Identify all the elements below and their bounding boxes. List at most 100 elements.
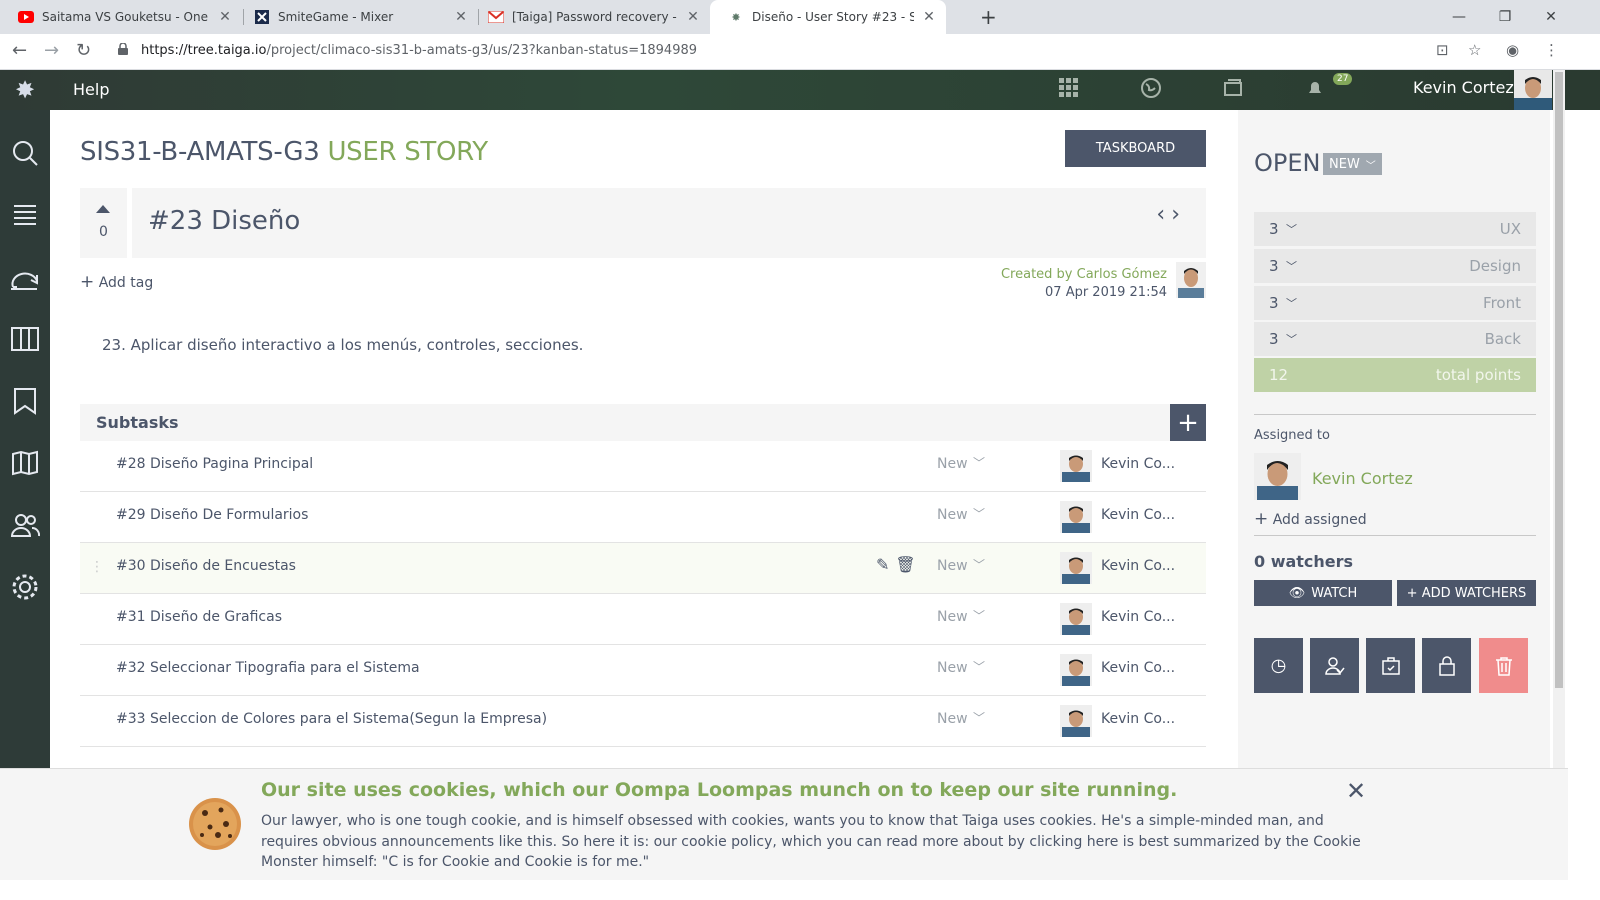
inbox-icon[interactable] — [1223, 78, 1243, 102]
drag-handle-icon[interactable]: ⋮ — [90, 559, 104, 575]
backlog-icon[interactable] — [0, 184, 50, 246]
assign-to-me-icon[interactable] — [1310, 638, 1359, 693]
team-icon[interactable] — [0, 494, 50, 556]
add-watchers-button[interactable]: + ADD WATCHERS — [1397, 580, 1536, 606]
subtask-assignee[interactable]: Kevin Co... — [1101, 456, 1175, 472]
story-nav: ‹› — [1156, 202, 1186, 227]
subtask-assignee[interactable]: Kevin Co... — [1101, 711, 1175, 727]
subtask-row[interactable]: #28 Diseño Pagina Principal New ﹀ Kevin … — [80, 441, 1206, 492]
subtask-name[interactable]: #31 Diseño de Graficas — [116, 609, 282, 625]
chevron-down-icon[interactable]: ﹀ — [973, 556, 985, 573]
edit-pencil-icon[interactable]: ✎ — [876, 555, 895, 574]
team-requirement-icon[interactable] — [1366, 638, 1415, 693]
points-row[interactable]: 3 ﹀ UX — [1254, 212, 1536, 246]
close-tab-icon[interactable]: ✕ — [922, 9, 936, 25]
subtask-status[interactable]: New — [937, 558, 968, 574]
story-description[interactable]: 23. Aplicar diseño interactivo a los men… — [102, 336, 583, 354]
subtask-row[interactable]: ⋮ #30 Diseño de Encuestas ✎🗑 New ﹀ Kevin… — [80, 543, 1206, 594]
delete-trash-icon[interactable] — [1479, 638, 1528, 693]
subtask-assignee[interactable]: Kevin Co... — [1101, 609, 1175, 625]
projects-grid-icon[interactable] — [1059, 78, 1079, 103]
subtask-status[interactable]: New — [937, 711, 968, 727]
browser-tab[interactable]: SmiteGame - Mixer ✕ — [236, 0, 478, 34]
subtask-status[interactable]: New — [937, 507, 968, 523]
bell-icon[interactable] — [1305, 78, 1325, 103]
add-tag-button[interactable]: + Add tag — [80, 272, 153, 292]
profile-icon[interactable]: ◉ — [1506, 41, 1519, 59]
upvote-box[interactable]: 0 — [80, 188, 127, 258]
project-name[interactable]: SIS31-B-AMATS-G3 — [80, 137, 320, 167]
reload-icon[interactable]: ↻ — [76, 40, 91, 61]
discover-globe-icon[interactable] — [1141, 78, 1161, 103]
settings-gear-icon[interactable] — [0, 556, 50, 618]
subtask-name[interactable]: #28 Diseño Pagina Principal — [116, 456, 313, 472]
subtask-status[interactable]: New — [937, 609, 968, 625]
close-window-icon[interactable]: ✕ — [1528, 0, 1574, 34]
subtask-assignee[interactable]: Kevin Co... — [1101, 660, 1175, 676]
kanban-icon[interactable] — [0, 308, 50, 370]
new-tab-icon[interactable]: + — [980, 5, 997, 29]
restore-icon[interactable]: ❐ — [1482, 0, 1528, 34]
watch-button[interactable]: 👁 WATCH — [1254, 580, 1392, 606]
help-link[interactable]: Help — [73, 80, 109, 99]
status-select[interactable]: NEW ﹀ — [1323, 153, 1382, 175]
subtask-row[interactable]: #32 Seleccionar Tipografia para el Siste… — [80, 645, 1206, 696]
chevron-down-icon[interactable]: ﹀ — [973, 454, 985, 471]
points-row[interactable]: 3 ﹀ Front — [1254, 286, 1536, 320]
add-subtask-button[interactable]: + — [1170, 404, 1206, 441]
sprints-icon[interactable] — [0, 246, 50, 308]
subtask-row[interactable]: #33 Seleccion de Colores para el Sistema… — [80, 696, 1206, 747]
next-story-icon[interactable]: › — [1171, 202, 1186, 227]
taiga-logo-icon[interactable]: ✸ — [0, 70, 50, 110]
subtask-assignee[interactable]: Kevin Co... — [1101, 558, 1175, 574]
avatar — [1060, 552, 1092, 584]
close-tab-icon[interactable]: ✕ — [454, 9, 468, 25]
add-assigned-button[interactable]: + Add assigned — [1254, 509, 1367, 529]
lock-icon[interactable] — [1422, 638, 1471, 693]
browser-tab[interactable]: Saitama VS Gouketsu - One Punc ✕ — [0, 0, 242, 34]
search-icon[interactable] — [0, 122, 50, 184]
delete-trash-icon[interactable]: 🗑 — [895, 555, 921, 574]
chevron-down-icon[interactable]: ﹀ — [973, 505, 985, 522]
browser-tab[interactable]: [Taiga] Password recovery - svmc ✕ — [470, 0, 710, 34]
back-icon[interactable]: ← — [12, 40, 27, 61]
subtask-name[interactable]: #32 Seleccionar Tipografia para el Siste… — [116, 660, 420, 676]
wiki-book-icon[interactable] — [0, 432, 50, 494]
url-input[interactable]: https://tree.taiga.io/project/climaco-si… — [141, 43, 697, 58]
subtask-row[interactable]: #29 Diseño De Formularios New ﹀ Kevin Co… — [80, 492, 1206, 543]
scrollbar-thumb[interactable] — [1555, 72, 1563, 688]
history-clock-icon[interactable]: ◷ — [1254, 638, 1303, 693]
subtask-name[interactable]: #30 Diseño de Encuestas — [116, 558, 296, 574]
subtask-status[interactable]: New — [937, 660, 968, 676]
translate-icon[interactable]: ⊡ — [1436, 41, 1449, 59]
avatar[interactable] — [1514, 70, 1552, 110]
upvote-arrow-icon[interactable] — [96, 205, 110, 213]
menu-icon[interactable]: ⋮ — [1544, 41, 1559, 59]
close-icon[interactable]: ✕ — [1346, 777, 1366, 805]
previous-story-icon[interactable]: ‹ — [1156, 202, 1171, 227]
cookie-policy-link[interactable]: clicking here — [1029, 834, 1118, 850]
avatar[interactable] — [1254, 453, 1301, 500]
chevron-down-icon[interactable]: ﹀ — [973, 709, 985, 726]
browser-tab-active[interactable]: ✸ Diseño - User Story #23 - SIS31-E ✕ — [710, 0, 946, 34]
assigned-user-name[interactable]: Kevin Cortez — [1312, 469, 1413, 488]
subtask-name[interactable]: #33 Seleccion de Colores para el Sistema… — [116, 711, 547, 727]
close-tab-icon[interactable]: ✕ — [686, 9, 700, 25]
taskboard-button[interactable]: TASKBOARD — [1065, 130, 1206, 167]
star-icon[interactable]: ☆ — [1468, 41, 1481, 59]
close-tab-icon[interactable]: ✕ — [218, 9, 232, 25]
subtask-name[interactable]: #29 Diseño De Formularios — [116, 507, 308, 523]
minimize-icon[interactable]: — — [1436, 0, 1482, 34]
user-name[interactable]: Kevin Cortez — [1413, 78, 1514, 97]
subtask-row[interactable]: #31 Diseño de Graficas New ﹀ Kevin Co... — [80, 594, 1206, 645]
points-row[interactable]: 3 ﹀ Design — [1254, 249, 1536, 283]
points-row[interactable]: 3 ﹀ Back — [1254, 322, 1536, 356]
chevron-down-icon[interactable]: ﹀ — [973, 607, 985, 624]
issues-bookmark-icon[interactable] — [0, 370, 50, 432]
scrollbar[interactable] — [1553, 70, 1565, 770]
subtask-status[interactable]: New — [937, 456, 968, 472]
forward-icon[interactable]: → — [44, 40, 59, 61]
subtask-assignee[interactable]: Kevin Co... — [1101, 507, 1175, 523]
story-title[interactable]: #23 Diseño — [148, 206, 300, 236]
chevron-down-icon[interactable]: ﹀ — [973, 658, 985, 675]
